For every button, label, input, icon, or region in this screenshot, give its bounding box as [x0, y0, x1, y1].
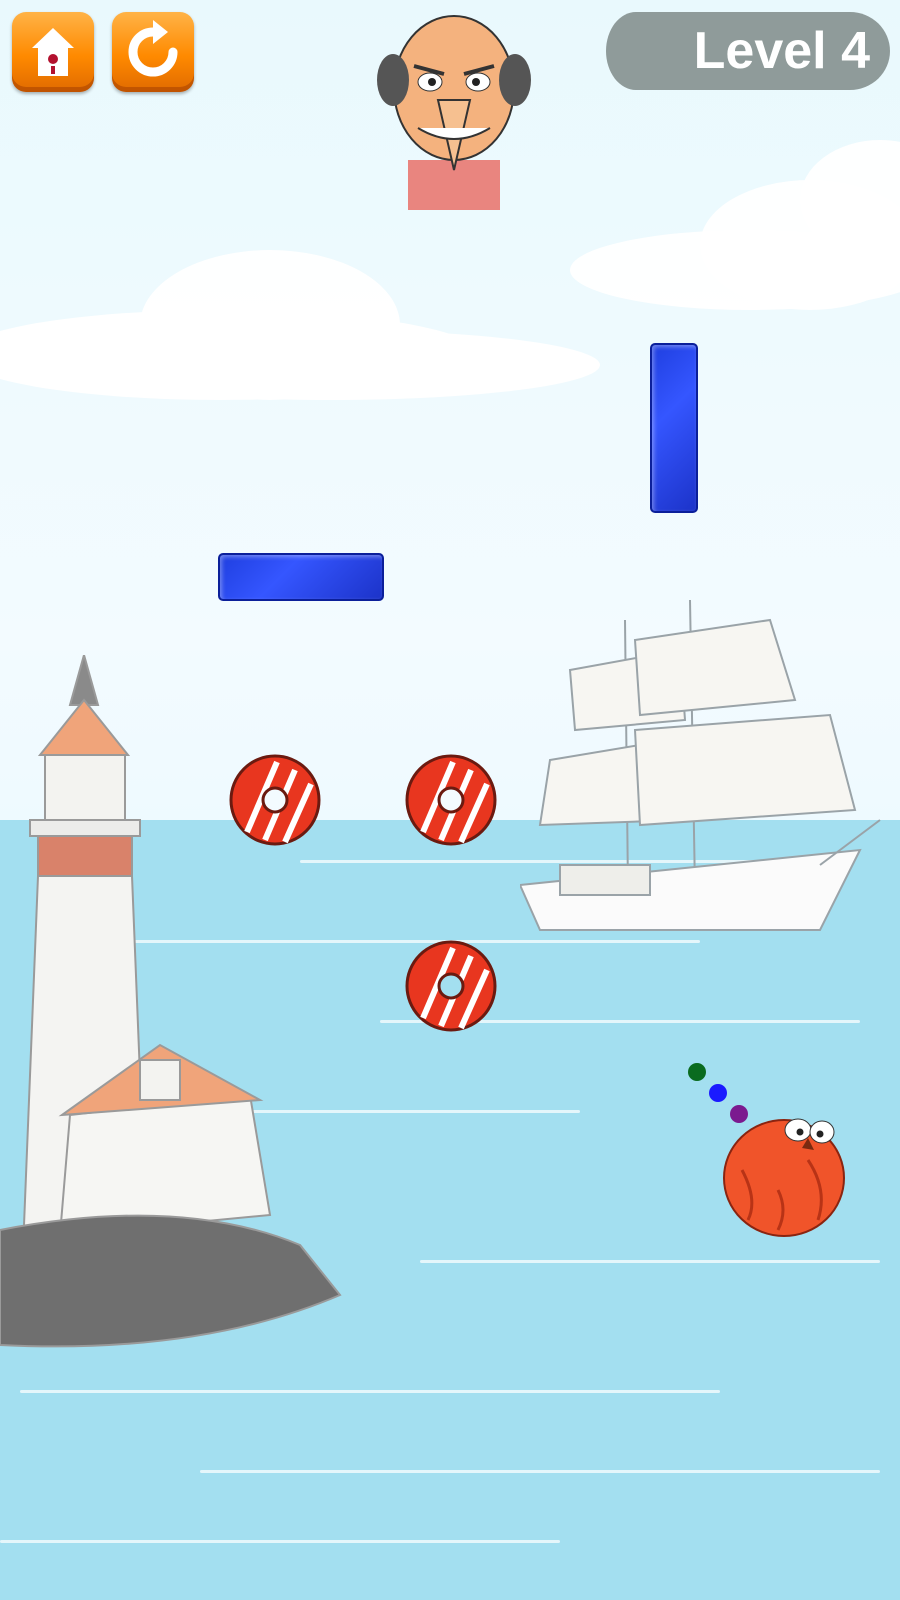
level-label: Level 4: [693, 22, 870, 80]
wave-line: [420, 1260, 880, 1263]
wave-line: [200, 1470, 880, 1473]
orange-bird-character[interactable]: [718, 1100, 852, 1240]
wave-line: [0, 1540, 560, 1543]
striped-donut[interactable]: [403, 938, 499, 1034]
lighthouse-illustration: [0, 655, 342, 1348]
blue-bar-horizontal[interactable]: [218, 553, 384, 601]
home-button[interactable]: [12, 12, 94, 92]
villain-character: [377, 15, 531, 210]
wave-line: [20, 1390, 720, 1393]
cloud: [60, 330, 600, 400]
striped-donut[interactable]: [227, 752, 323, 848]
restart-button[interactable]: [112, 12, 194, 92]
striped-donut[interactable]: [403, 752, 499, 848]
birdhouse-home-icon: [32, 28, 74, 76]
blue-bar-vertical[interactable]: [650, 343, 698, 513]
sailing-ship-illustration: [520, 599, 881, 931]
trajectory-dot: [688, 1063, 706, 1081]
restart-arrow-icon: [128, 20, 178, 77]
level-indicator: Level 4: [606, 12, 890, 90]
game-stage[interactable]: Level 4: [0, 0, 900, 1600]
